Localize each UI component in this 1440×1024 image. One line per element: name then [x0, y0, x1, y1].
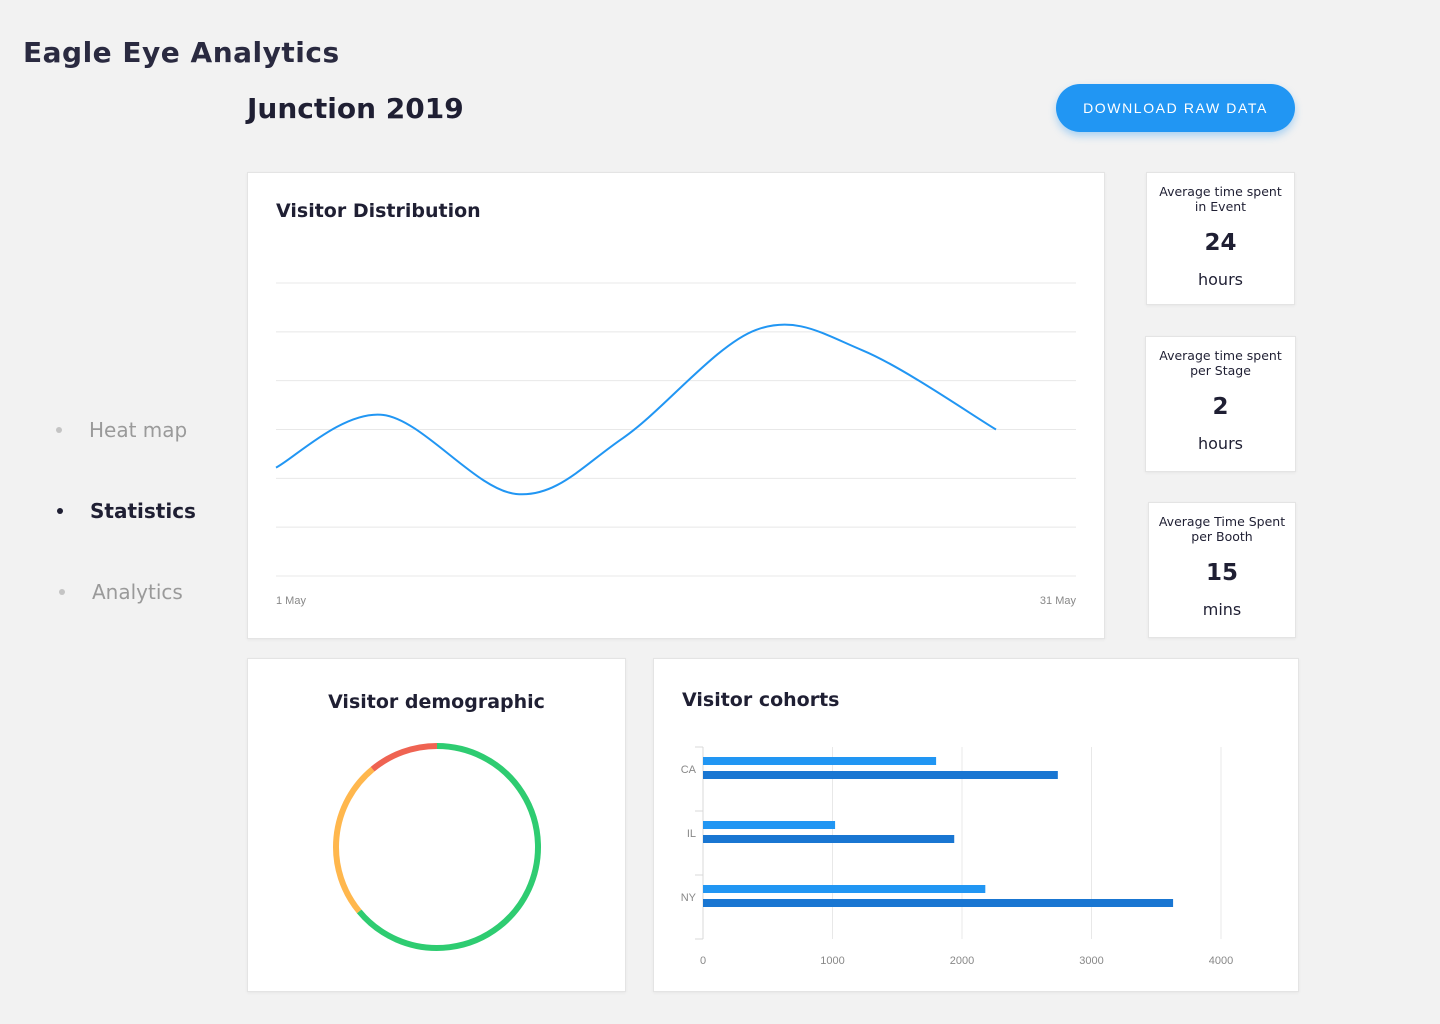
nav-item-statistics[interactable]: Statistics [57, 499, 196, 523]
visitor-cohorts-card: Visitor cohorts 0 1000 2000 3000 4000 CA IL NY [653, 658, 1299, 992]
nav-bullet-icon [56, 427, 62, 433]
bar [703, 885, 986, 893]
visitor-demographic-chart [333, 743, 541, 951]
stat-label: Average Time Spent per Booth [1158, 514, 1286, 544]
nav-item-label: Analytics [92, 580, 183, 604]
nav-bullet-icon [57, 508, 63, 514]
bar [703, 835, 955, 843]
stat-label: Average time spent per Stage [1159, 348, 1282, 378]
x-tick-label: 31 May [1040, 595, 1077, 607]
bar [703, 771, 1058, 779]
nav-item-label: Statistics [90, 499, 196, 523]
download-raw-data-button[interactable]: DOWNLOAD RAW DATA [1056, 84, 1295, 132]
nav-bullet-icon [59, 589, 65, 595]
stat-unit: hours [1198, 434, 1243, 453]
stat-value: 24 [1204, 230, 1237, 256]
x-tick-label: 1 May [276, 595, 306, 607]
bar [703, 821, 836, 829]
x-tick-label: 0 [700, 955, 706, 967]
stat-label: Average time spent in Event [1159, 184, 1282, 214]
y-tick-label: NY [681, 892, 697, 904]
app-title: Eagle Eye Analytics [23, 36, 340, 69]
nav-item-analytics[interactable]: Analytics [59, 580, 183, 604]
stat-value: 15 [1205, 560, 1238, 586]
stat-card-booth: Average Time Spent per Booth 15 mins [1148, 502, 1296, 638]
donut-segment [333, 766, 375, 914]
stat-unit: mins [1202, 600, 1242, 619]
stat-value: 2 [1212, 394, 1229, 420]
y-tick-label: IL [687, 828, 696, 840]
nav-item-label: Heat map [89, 418, 188, 442]
series-line [275, 323, 997, 496]
bar [703, 757, 937, 765]
donut-segment [370, 743, 438, 772]
visitor-distribution-chart: 1 May 31 May [275, 282, 1077, 607]
bar [703, 899, 1174, 907]
x-tick-label: 4000 [1209, 955, 1233, 967]
x-tick-label: 2000 [950, 955, 974, 967]
stat-card-event: Average time spent in Event 24 hours [1146, 172, 1295, 305]
x-tick-label: 1000 [820, 955, 844, 967]
x-tick-label: 3000 [1079, 955, 1103, 967]
visitor-distribution-card: Visitor Distribution 1 May 31 May [247, 172, 1105, 639]
nav-item-heat-map[interactable]: Heat map [56, 418, 187, 442]
donut-segment [356, 743, 541, 951]
visitor-demographic-card: Visitor demographic [247, 658, 626, 992]
y-tick-label: CA [681, 764, 697, 776]
stat-card-stage: Average time spent per Stage 2 hours [1145, 336, 1296, 472]
page-title: Junction 2019 [247, 92, 464, 125]
stat-unit: hours [1198, 270, 1243, 289]
visitor-cohorts-chart: 0 1000 2000 3000 4000 CA IL NY [681, 746, 1233, 967]
